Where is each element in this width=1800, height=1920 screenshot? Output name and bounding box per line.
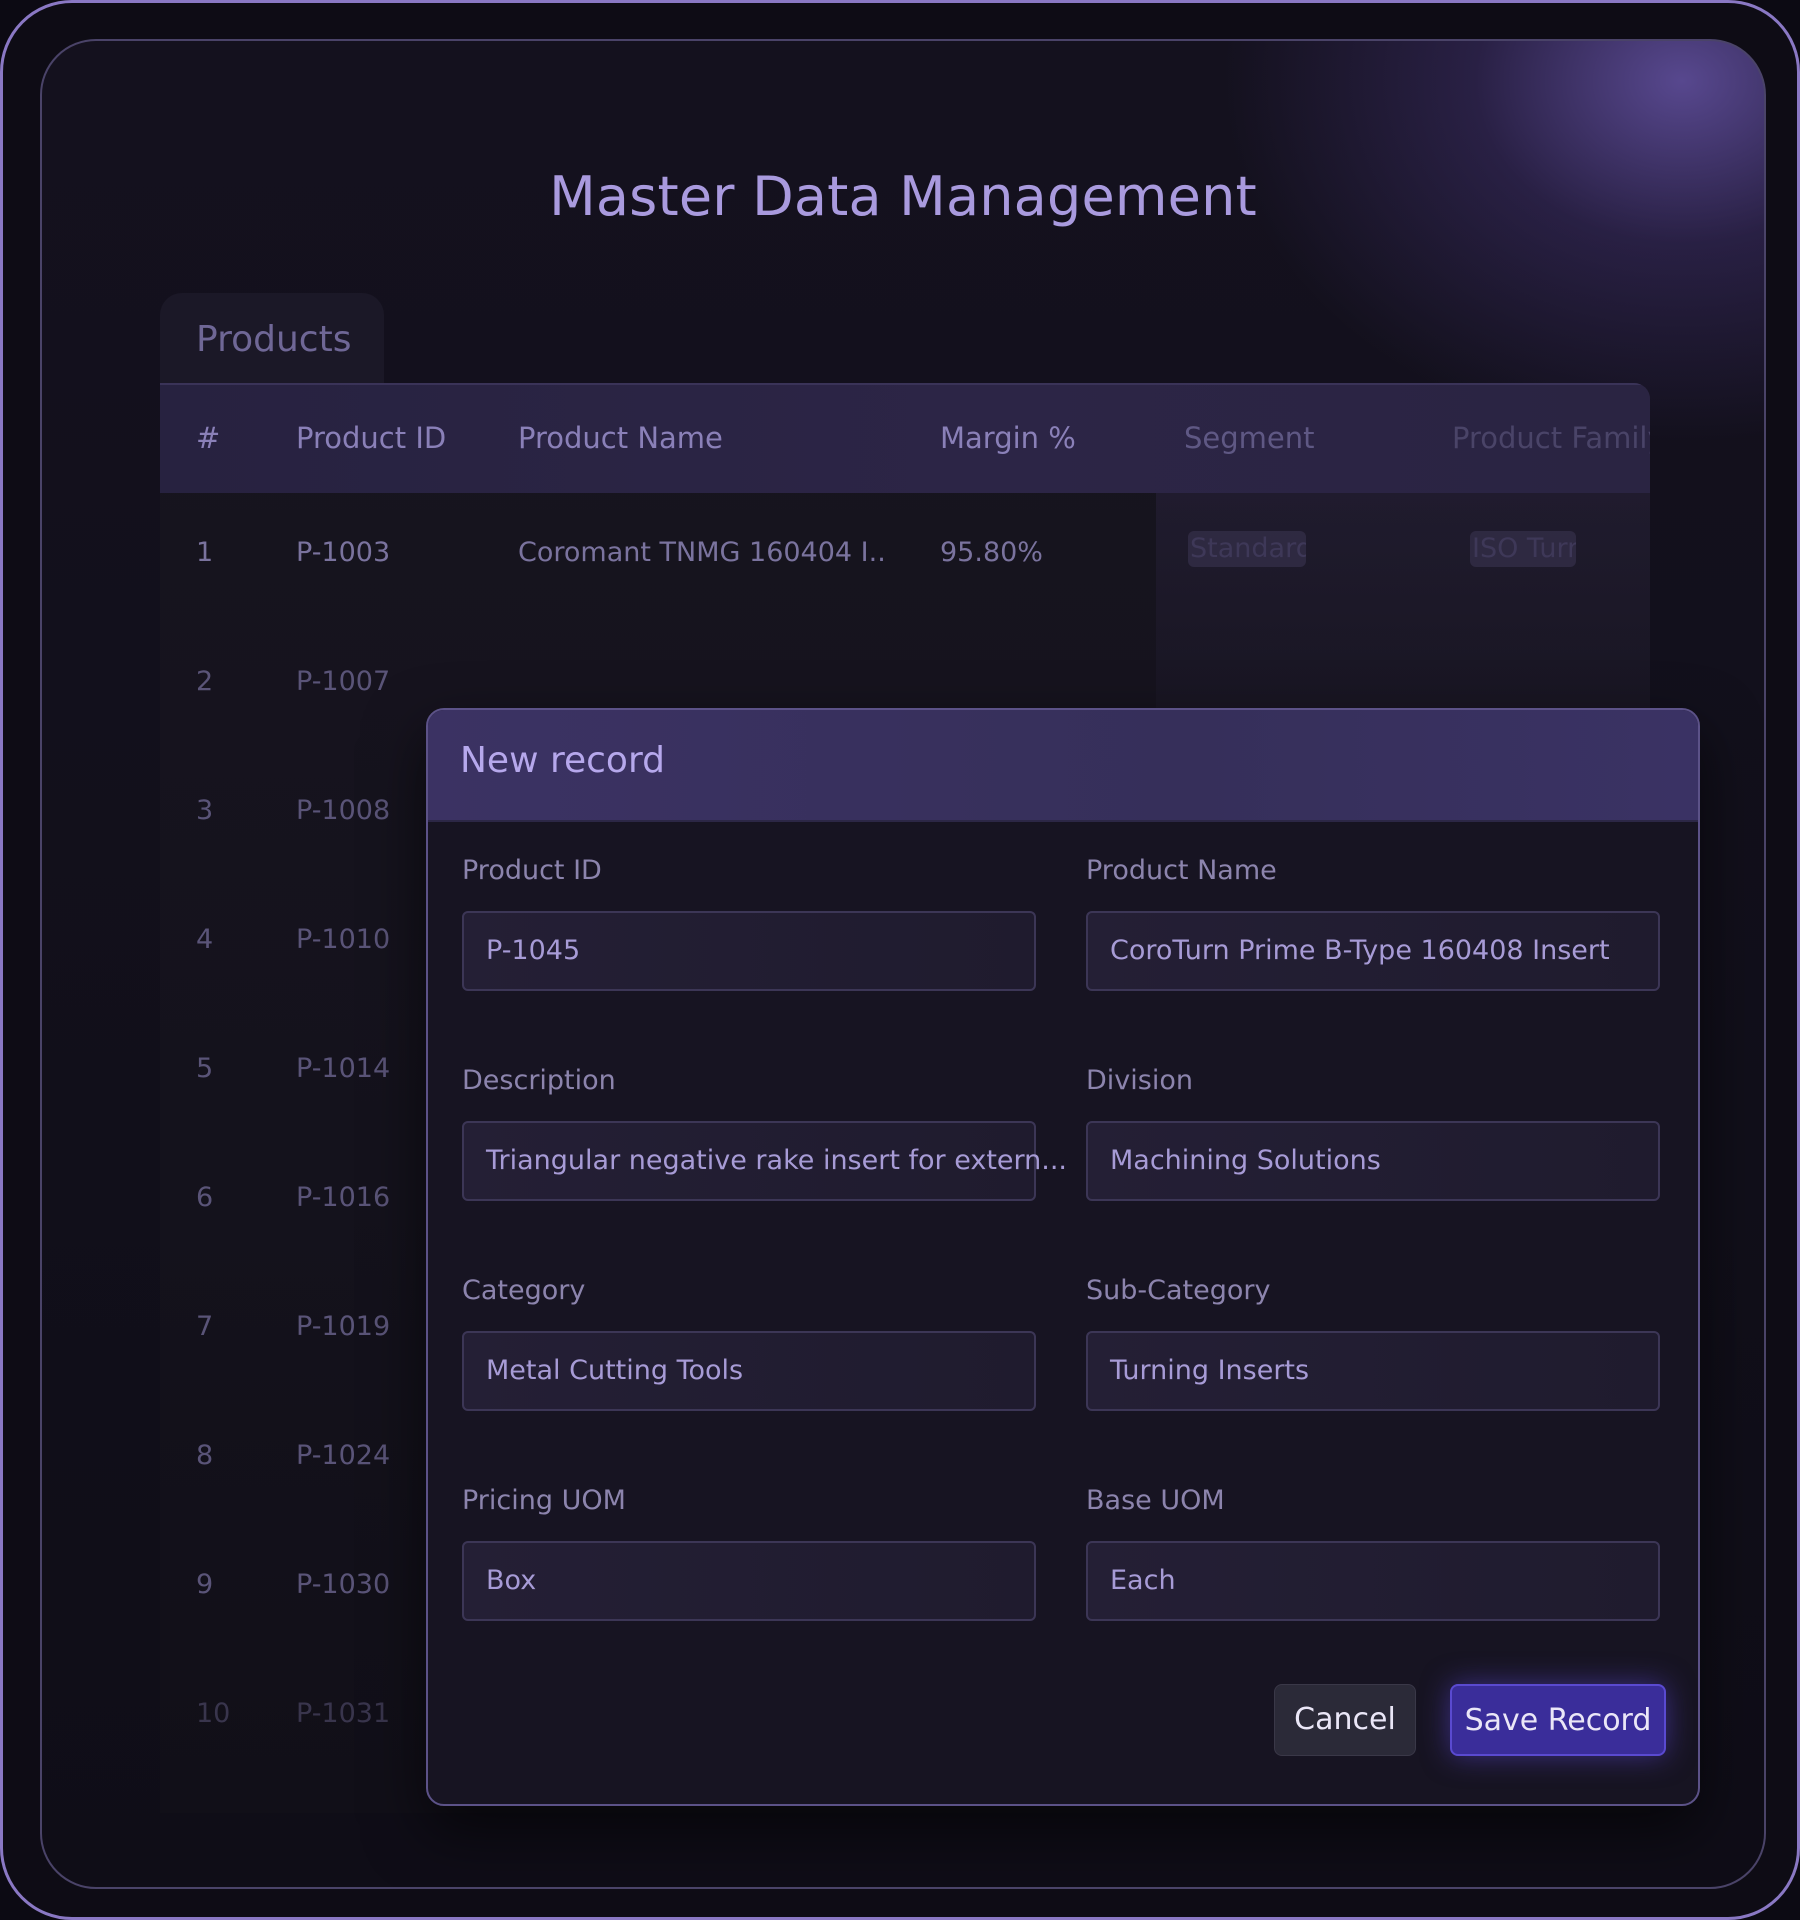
- row-number: 4: [196, 924, 214, 955]
- base-uom-value: Each: [1110, 1565, 1176, 1596]
- column-header-margin[interactable]: Margin %: [940, 421, 1076, 455]
- table-row[interactable]: 1 P-1003 Coromant TNMG 160404 I.. 95.80%…: [160, 491, 1650, 620]
- row-number: 10: [196, 1698, 231, 1729]
- app-screen: Master Data Management Products # Produc…: [40, 39, 1766, 1889]
- page-title: Master Data Management: [549, 165, 1257, 228]
- row-product-id: P-1014: [296, 1053, 391, 1084]
- row-number: 8: [196, 1440, 214, 1471]
- family-badge: ISO Turning: [1470, 531, 1576, 567]
- product-id-value: P-1045: [486, 935, 581, 966]
- product-id-label: Product ID: [462, 855, 602, 886]
- category-value: Metal Cutting Tools: [486, 1355, 744, 1386]
- column-header-segment[interactable]: Segment: [1184, 421, 1315, 455]
- row-number: 7: [196, 1311, 214, 1342]
- sub-category-value: Turning Inserts: [1110, 1355, 1310, 1386]
- product-name-label: Product Name: [1086, 855, 1277, 886]
- row-product-id: P-1019: [296, 1311, 391, 1342]
- category-label: Category: [462, 1275, 586, 1306]
- row-number: 6: [196, 1182, 214, 1213]
- sub-category-label: Sub-Category: [1086, 1275, 1271, 1306]
- pricing-uom-label: Pricing UOM: [462, 1485, 626, 1516]
- row-product-id: P-1024: [296, 1440, 391, 1471]
- row-product-id: P-1010: [296, 924, 391, 955]
- column-header-product-id[interactable]: Product ID: [296, 421, 446, 455]
- cancel-button[interactable]: Cancel: [1274, 1684, 1416, 1756]
- dialog-header: New record: [428, 710, 1698, 822]
- division-value: Machining Solutions: [1110, 1145, 1381, 1176]
- division-field[interactable]: Machining Solutions: [1086, 1121, 1660, 1201]
- row-product-id: P-1008: [296, 795, 391, 826]
- row-product-id: P-1030: [296, 1569, 391, 1600]
- product-name-value: CoroTurn Prime B-Type 160408 Insert: [1110, 935, 1610, 966]
- row-number: 3: [196, 795, 214, 826]
- row-number: 9: [196, 1569, 214, 1600]
- table-header: # Product ID Product Name Margin % Segme…: [160, 383, 1650, 493]
- base-uom-field[interactable]: Each: [1086, 1541, 1660, 1621]
- category-field[interactable]: Metal Cutting Tools: [462, 1331, 1036, 1411]
- row-product-id: P-1003: [296, 537, 391, 568]
- save-record-button[interactable]: Save Record: [1450, 1684, 1666, 1756]
- pricing-uom-field[interactable]: Box: [462, 1541, 1036, 1621]
- product-name-field[interactable]: CoroTurn Prime B-Type 160408 Insert: [1086, 911, 1660, 991]
- row-product-id: P-1016: [296, 1182, 391, 1213]
- pricing-uom-value: Box: [486, 1565, 537, 1596]
- base-uom-label: Base UOM: [1086, 1485, 1225, 1516]
- row-product-name: Coromant TNMG 160404 I..: [518, 537, 886, 568]
- sub-category-field[interactable]: Turning Inserts: [1086, 1331, 1660, 1411]
- row-margin: 95.80%: [940, 537, 1043, 568]
- row-number: 5: [196, 1053, 214, 1084]
- column-header-product-name[interactable]: Product Name: [518, 421, 723, 455]
- row-number: 1: [196, 537, 214, 568]
- tab-products-label: Products: [196, 319, 352, 360]
- row-number: 2: [196, 666, 214, 697]
- column-header-product-family[interactable]: Product Family: [1452, 421, 1650, 455]
- description-field[interactable]: Triangular negative rake insert for exte…: [462, 1121, 1067, 1201]
- dialog-title: New record: [460, 740, 665, 781]
- description-label: Description: [462, 1065, 616, 1096]
- device-frame: Master Data Management Products # Produc…: [0, 0, 1800, 1920]
- product-id-field[interactable]: P-1045: [462, 911, 1036, 991]
- tab-products[interactable]: Products: [160, 293, 384, 385]
- division-label: Division: [1086, 1065, 1193, 1096]
- description-value: Triangular negative rake insert for exte…: [486, 1145, 1068, 1176]
- row-product-id: P-1031: [296, 1698, 391, 1729]
- row-product-id: P-1007: [296, 666, 391, 697]
- segment-badge: Standard: [1188, 531, 1306, 567]
- column-header-number[interactable]: #: [196, 421, 220, 455]
- new-record-dialog: New record Product ID P-1045 Product Nam…: [426, 708, 1700, 1806]
